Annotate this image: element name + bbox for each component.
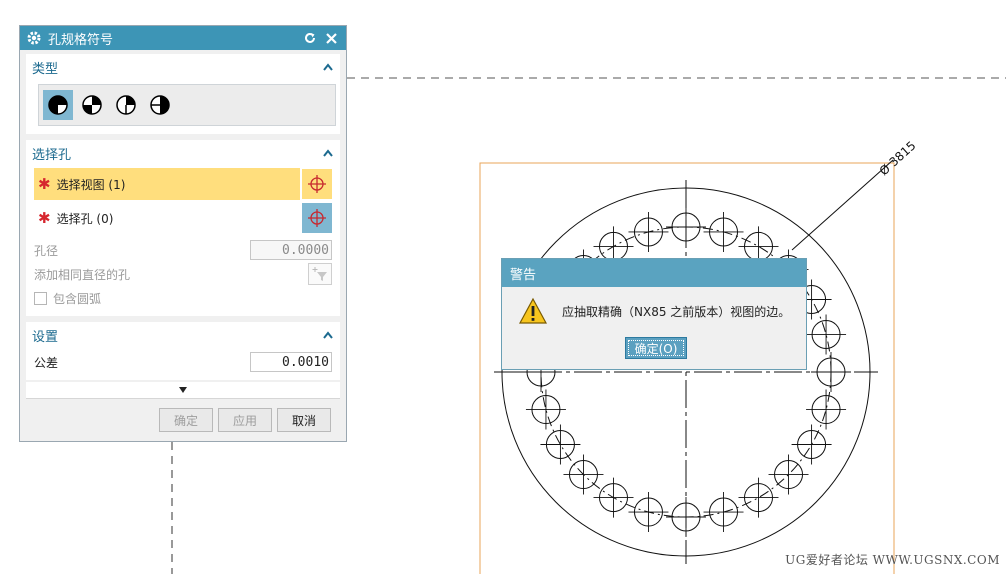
dimension-leader xyxy=(791,159,894,251)
close-icon[interactable] xyxy=(322,29,340,47)
bolt-hole[interactable] xyxy=(525,389,566,430)
bolt-hole[interactable] xyxy=(806,314,847,355)
chevron-up-icon[interactable] xyxy=(322,61,334,73)
hole-spec-dialog: 孔规格符号 类型 选择孔 ✱ 选择视图 (1) ✱ 选择孔 (0) 孔径 0.0… xyxy=(19,25,347,442)
apply-button[interactable]: 应用 xyxy=(218,408,272,432)
tolerance-row: 公差 xyxy=(34,350,332,374)
warning-ok-button[interactable]: 确定(O) xyxy=(625,337,687,359)
add-same-diameter-row: 添加相同直径的孔 xyxy=(34,262,332,286)
cancel-button[interactable]: 取消 xyxy=(277,408,331,432)
dialog-titlebar[interactable]: 孔规格符号 xyxy=(20,26,346,50)
required-marker: ✱ xyxy=(38,209,51,227)
include-arc-checkbox[interactable] xyxy=(34,291,47,305)
select-view-row[interactable]: ✱ 选择视图 (1) xyxy=(34,168,332,200)
warning-icon xyxy=(518,297,548,328)
type-section-label: 类型 xyxy=(32,61,59,77)
bolt-hole[interactable] xyxy=(666,207,706,247)
quadrant-symbol-icon xyxy=(48,95,68,115)
type-quadrant-single-button[interactable] xyxy=(111,90,141,120)
bolt-hole[interactable] xyxy=(806,389,847,430)
add-same-diameter-label: 添加相同直径的孔 xyxy=(34,267,131,282)
select-hole-section: 选择孔 ✱ 选择视图 (1) ✱ 选择孔 (0) 孔径 0.0000 添加相同直… xyxy=(26,140,340,316)
type-quadrant-half-button[interactable] xyxy=(145,90,175,120)
gear-icon[interactable] xyxy=(26,30,42,46)
hole-diameter-label: 孔径 xyxy=(34,243,59,258)
warning-message: 应抽取精确（NX85 之前版本）视图的边。 xyxy=(562,305,791,319)
required-marker: ✱ xyxy=(38,175,51,193)
watermark: UG爱好者论坛 WWW.UGSNX.COM xyxy=(785,553,1000,567)
bolt-hole[interactable] xyxy=(628,492,669,533)
quadrant-symbol-icon xyxy=(150,95,170,115)
bolt-hole[interactable] xyxy=(593,477,634,518)
hole-type-selector xyxy=(38,84,336,126)
crosshair-icon xyxy=(308,175,326,193)
warning-title[interactable]: 警告 xyxy=(502,259,806,287)
diameter-dimension-text[interactable]: Ø 3815 xyxy=(877,139,919,179)
bolt-hole[interactable] xyxy=(563,454,604,495)
type-section-header[interactable]: 类型 xyxy=(26,54,340,80)
type-quadrant-1-3-alt-button[interactable] xyxy=(77,90,107,120)
reset-icon[interactable] xyxy=(301,29,319,47)
hole-diameter-row: 孔径 xyxy=(34,238,332,262)
quadrant-symbol-icon xyxy=(116,95,136,115)
chevron-up-icon[interactable] xyxy=(322,147,334,159)
chevron-down-icon xyxy=(179,387,187,393)
bolt-hole[interactable] xyxy=(703,211,744,252)
dialog-title: 孔规格符号 xyxy=(48,32,114,48)
bolt-hole[interactable] xyxy=(811,352,851,392)
tolerance-label: 公差 xyxy=(34,355,59,370)
hole-diameter-input[interactable] xyxy=(250,240,332,260)
tolerance-input[interactable] xyxy=(250,352,332,372)
bolt-hole[interactable] xyxy=(738,477,779,518)
bolt-hole[interactable] xyxy=(703,492,744,533)
more-options-expander[interactable] xyxy=(26,382,340,399)
warning-dialog: 警告 应抽取精确（NX85 之前版本）视图的边。 确定(O) xyxy=(501,258,807,370)
select-hole-section-header[interactable]: 选择孔 xyxy=(26,140,340,166)
bolt-hole[interactable] xyxy=(540,424,581,465)
bolt-hole[interactable] xyxy=(628,211,669,252)
ok-button[interactable]: 确定 xyxy=(159,408,213,432)
select-hole-row[interactable]: ✱ 选择孔 (0) xyxy=(34,202,332,234)
bolt-hole[interactable] xyxy=(768,454,809,495)
settings-section: 设置 公差 xyxy=(26,322,340,380)
select-hole-label: 选择孔 (0) xyxy=(56,211,114,226)
chevron-up-icon[interactable] xyxy=(322,329,334,341)
select-hole-section-label: 选择孔 xyxy=(32,147,72,163)
include-arc-row[interactable]: 包含圆弧 xyxy=(34,286,332,310)
settings-section-label: 设置 xyxy=(32,329,59,345)
type-section: 类型 xyxy=(26,54,340,134)
settings-section-header[interactable]: 设置 xyxy=(26,322,340,348)
bolt-hole[interactable] xyxy=(666,497,706,537)
add-filter-button[interactable] xyxy=(308,263,332,285)
filter-plus-icon xyxy=(312,267,327,281)
select-view-label: 选择视图 (1) xyxy=(56,177,126,192)
select-hole-crosshair-button[interactable] xyxy=(302,203,332,233)
include-arc-label: 包含圆弧 xyxy=(53,291,102,306)
select-view-crosshair-button[interactable] xyxy=(302,169,332,199)
quadrant-symbol-icon xyxy=(82,95,102,115)
bolt-hole[interactable] xyxy=(791,424,832,465)
crosshair-icon xyxy=(308,209,326,227)
type-quadrant-1-3-button[interactable] xyxy=(43,90,73,120)
